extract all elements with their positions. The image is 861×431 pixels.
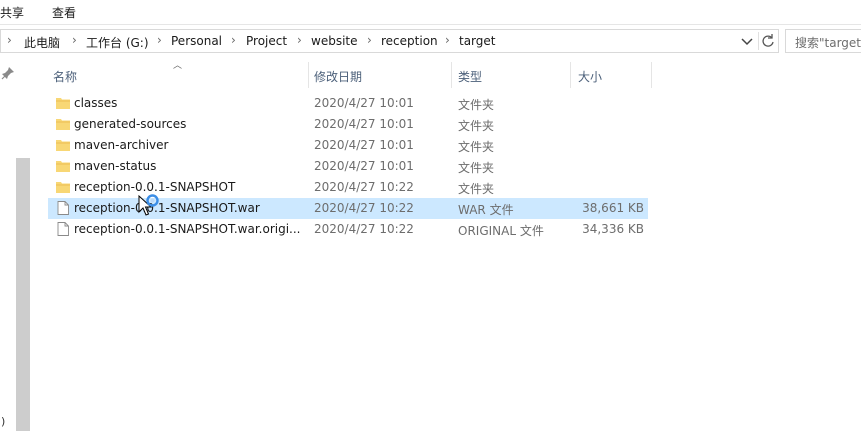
- breadcrumb-separator[interactable]: ›: [367, 33, 372, 47]
- address-bar[interactable]: › 此电脑 › 工作台 (G:) › Personal › Project › …: [0, 29, 779, 53]
- file-type: 文件夹: [458, 182, 495, 196]
- breadcrumb-personal[interactable]: Personal: [171, 34, 222, 48]
- file-row[interactable]: reception-0.0.1-SNAPSHOT.war.origi... 20…: [48, 219, 648, 240]
- file-date: 2020/4/27 10:01: [314, 159, 414, 173]
- breadcrumb-website[interactable]: website: [311, 34, 358, 48]
- column-header-size[interactable]: 大小: [571, 62, 651, 88]
- breadcrumb-target[interactable]: target: [459, 34, 496, 48]
- chevron-down-icon[interactable]: [739, 33, 755, 49]
- file-date: 2020/4/27 10:22: [314, 180, 414, 194]
- file-type: 文件夹: [458, 98, 495, 112]
- file-name: maven-archiver: [74, 138, 169, 152]
- breadcrumb-separator[interactable]: ›: [7, 33, 12, 47]
- file-row[interactable]: classes 2020/4/27 10:01 文件夹: [48, 93, 648, 114]
- breadcrumb-project[interactable]: Project: [246, 34, 287, 48]
- folder-icon: [56, 161, 70, 172]
- tab-view[interactable]: 查看: [52, 4, 76, 21]
- file-type: 文件夹: [458, 119, 495, 133]
- column-header-type[interactable]: 类型: [452, 62, 570, 88]
- search-input[interactable]: 搜索"target": [785, 29, 861, 53]
- folder-icon: [56, 98, 70, 109]
- file-row[interactable]: maven-status 2020/4/27 10:01 文件夹: [48, 156, 648, 177]
- column-header-date[interactable]: 修改日期: [309, 62, 451, 88]
- file-size: 34,336 KB: [582, 222, 644, 236]
- column-header-name-label: 名称: [53, 70, 78, 84]
- breadcrumb-this-pc[interactable]: 此电脑: [24, 34, 60, 51]
- column-header-date-label: 修改日期: [314, 70, 363, 84]
- address-row: › 此电脑 › 工作台 (G:) › Personal › Project › …: [0, 28, 861, 54]
- folder-icon: [56, 182, 70, 193]
- breadcrumb-separator[interactable]: ›: [297, 33, 302, 47]
- file-type: ORIGINAL 文件: [458, 224, 544, 238]
- refresh-icon[interactable]: [758, 32, 777, 50]
- file-date: 2020/4/27 10:22: [314, 222, 414, 236]
- breadcrumb-reception[interactable]: reception: [381, 34, 438, 48]
- file-type: 文件夹: [458, 140, 495, 154]
- column-divider[interactable]: [651, 62, 652, 88]
- file-name: maven-status: [74, 159, 157, 173]
- column-header-size-label: 大小: [578, 70, 603, 84]
- file-date: 2020/4/27 10:22: [314, 201, 414, 215]
- file-name: reception-0.0.1-SNAPSHOT: [74, 180, 236, 194]
- file-size: 38,661 KB: [582, 201, 644, 215]
- breadcrumb-separator[interactable]: ›: [157, 33, 162, 47]
- file-icon: [57, 201, 69, 215]
- folder-icon: [56, 119, 70, 130]
- file-name: generated-sources: [74, 117, 187, 131]
- search-placeholder: 搜索"target": [795, 36, 861, 50]
- folder-icon: [56, 140, 70, 151]
- breadcrumb-drive[interactable]: 工作台 (G:): [86, 34, 149, 51]
- nav-scrollbar[interactable]: [16, 158, 30, 431]
- ribbon-tabs: 共享 查看: [0, 0, 861, 25]
- file-date: 2020/4/27 10:01: [314, 117, 414, 131]
- file-row[interactable]: generated-sources 2020/4/27 10:01 文件夹: [48, 114, 648, 135]
- mouse-pointer-busy-icon: [138, 194, 159, 216]
- navigation-pane: ): [0, 58, 32, 431]
- column-header-name[interactable]: 名称: [48, 62, 308, 88]
- file-type: WAR 文件: [458, 203, 514, 217]
- file-name: classes: [74, 96, 118, 110]
- tab-share[interactable]: 共享: [0, 4, 24, 21]
- file-name: reception-0.0.1-SNAPSHOT.war.origi...: [74, 222, 301, 236]
- file-type: 文件夹: [458, 161, 495, 175]
- column-header-type-label: 类型: [458, 70, 483, 84]
- file-row[interactable]: maven-archiver 2020/4/27 10:01 文件夹: [48, 135, 648, 156]
- file-name: reception-0.0.1-SNAPSHOT.war: [74, 201, 260, 215]
- nav-truncated-glyph: ): [1, 415, 6, 428]
- breadcrumb-separator[interactable]: ›: [231, 33, 236, 47]
- file-date: 2020/4/27 10:01: [314, 96, 414, 110]
- pin-icon[interactable]: [1, 66, 15, 80]
- breadcrumb-separator[interactable]: ›: [72, 33, 77, 47]
- file-date: 2020/4/27 10:01: [314, 138, 414, 152]
- breadcrumb-separator[interactable]: ›: [445, 33, 450, 47]
- file-icon: [57, 222, 69, 236]
